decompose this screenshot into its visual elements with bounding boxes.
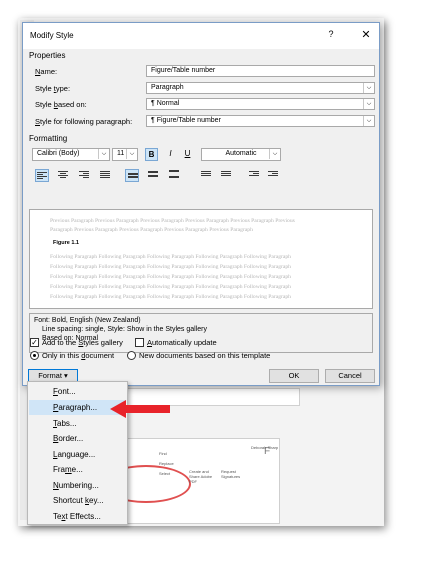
chevron-down-icon: ⌵	[363, 83, 374, 93]
add-to-gallery-checkbox[interactable]: ✓	[30, 338, 39, 347]
preview-following-5: Following Paragraph Following Paragraph …	[50, 294, 291, 300]
increase-indent-button[interactable]	[266, 169, 280, 182]
auto-update-label: Automatically update	[147, 338, 217, 347]
align-center-button[interactable]	[56, 169, 70, 182]
chevron-down-icon: ⌵	[126, 149, 137, 159]
one-half-spacing-icon	[148, 171, 158, 179]
based-on-label: Style based on:	[35, 100, 87, 109]
space-after-icon	[221, 171, 231, 179]
auto-update-checkbox[interactable]	[135, 338, 144, 347]
space-after-button[interactable]	[219, 169, 233, 182]
ok-button[interactable]: OK	[269, 369, 319, 383]
font-color-value: Automatic	[225, 150, 257, 157]
align-right-icon	[79, 171, 89, 179]
align-right-button[interactable]	[77, 169, 91, 182]
chevron-down-icon: ⌵	[363, 116, 374, 126]
decrease-indent-icon	[249, 171, 259, 179]
italic-button[interactable]: I	[164, 148, 177, 161]
justify-button[interactable]	[98, 169, 112, 182]
align-left-button[interactable]	[35, 169, 49, 182]
based-on-value: ¶ Normal	[151, 100, 180, 107]
properties-label: Properties	[29, 51, 66, 60]
modify-style-dialog: Modify Style ? ✕ Properties Name: Figure…	[22, 22, 380, 386]
dialog-titlebar: Modify Style ? ✕	[23, 23, 379, 49]
chevron-down-icon: ⌵	[363, 99, 374, 109]
font-select[interactable]: Calibri (Body) ⌵	[32, 148, 110, 161]
double-spacing-button[interactable]	[167, 169, 181, 182]
style-type-value: Paragraph	[151, 84, 184, 91]
only-this-document-radio[interactable]	[30, 351, 39, 360]
bold-button[interactable]: B	[145, 148, 158, 161]
cancel-button[interactable]: Cancel	[325, 369, 375, 383]
dialog-title: Modify Style	[30, 31, 74, 40]
font-value: Calibri (Body)	[37, 150, 80, 157]
following-value: ¶ Figure/Table number	[151, 117, 221, 124]
ribbon-find: Find	[159, 451, 167, 456]
menu-item-tabs[interactable]: Tabs...	[29, 416, 126, 431]
preview-following-2: Following Paragraph Following Paragraph …	[50, 264, 291, 270]
description-line-1: Font: Bold, English (New Zealand)	[34, 317, 141, 324]
close-button[interactable]: ✕	[358, 28, 374, 44]
menu-item-language[interactable]: Language...	[29, 447, 126, 462]
decrease-indent-button[interactable]	[247, 169, 261, 182]
menu-item-numbering[interactable]: Numbering...	[29, 478, 126, 493]
single-spacing-icon	[128, 173, 138, 181]
only-this-document-label: Only in this document	[42, 351, 115, 360]
ribbon-request-sig: Request Signatures	[221, 469, 241, 479]
menu-item-frame[interactable]: Frame...	[29, 462, 126, 477]
align-center-icon	[58, 171, 68, 179]
underline-button[interactable]: U	[181, 148, 194, 161]
preview-following-3: Following Paragraph Following Paragraph …	[50, 274, 291, 280]
menu-item-font[interactable]: Font...	[29, 384, 126, 399]
chevron-down-icon: ⌵	[98, 149, 109, 159]
menu-item-text-effects[interactable]: Text Effects...	[29, 509, 126, 524]
help-button[interactable]: ?	[323, 29, 339, 43]
background-letter: F	[264, 446, 271, 457]
following-paragraph-select[interactable]: ¶ Figure/Table number ⌵	[146, 115, 375, 127]
preview-following-1: Following Paragraph Following Paragraph …	[50, 254, 291, 260]
red-arrow-icon	[110, 400, 170, 418]
space-before-icon	[201, 171, 211, 179]
new-documents-label: New documents based on this template	[139, 351, 271, 360]
ribbon-select: Select	[159, 471, 171, 476]
following-paragraph-label: Style for following paragraph:	[35, 117, 133, 126]
preview-previous-2: Paragraph Previous Paragraph Previous Pa…	[50, 227, 253, 233]
name-label: Name:	[35, 67, 58, 76]
add-to-gallery-label: Add to the Styles gallery	[42, 338, 123, 347]
font-color-select[interactable]: Automatic ⌵	[201, 148, 281, 161]
description-line-2: Line spacing: single, Style: Show in the…	[42, 326, 207, 333]
style-type-label: Style type:	[35, 84, 71, 93]
single-spacing-button[interactable]	[125, 169, 139, 182]
style-type-select[interactable]: Paragraph ⌵	[146, 82, 375, 94]
size-value: 11	[117, 150, 125, 157]
preview-following-4: Following Paragraph Following Paragraph …	[50, 284, 291, 290]
double-spacing-icon	[169, 170, 179, 178]
style-description: Font: Bold, English (New Zealand) Line s…	[29, 313, 373, 353]
new-documents-radio[interactable]	[127, 351, 136, 360]
space-before-button[interactable]	[199, 169, 213, 182]
style-preview: Previous Paragraph Previous Paragraph Pr…	[29, 209, 373, 309]
menu-item-shortcut-key[interactable]: Shortcut key...	[29, 493, 126, 508]
chevron-down-icon: ⌵	[269, 149, 280, 159]
one-half-spacing-button[interactable]	[146, 169, 160, 182]
name-field[interactable]: Figure/Table number	[146, 65, 375, 77]
ribbon-replace: Replace	[159, 461, 174, 466]
ribbon-create-pdf: Create and Share Adobe PDF	[189, 469, 213, 484]
increase-indent-icon	[268, 171, 278, 179]
menu-item-border[interactable]: Border...	[29, 431, 126, 446]
based-on-select[interactable]: ¶ Normal ⌵	[146, 98, 375, 110]
formatting-label: Formatting	[29, 134, 68, 143]
align-left-icon	[37, 172, 47, 180]
justify-icon	[100, 171, 110, 179]
preview-sample-text: Figure 1.1	[53, 240, 79, 246]
size-select[interactable]: 11 ⌵	[112, 148, 138, 161]
